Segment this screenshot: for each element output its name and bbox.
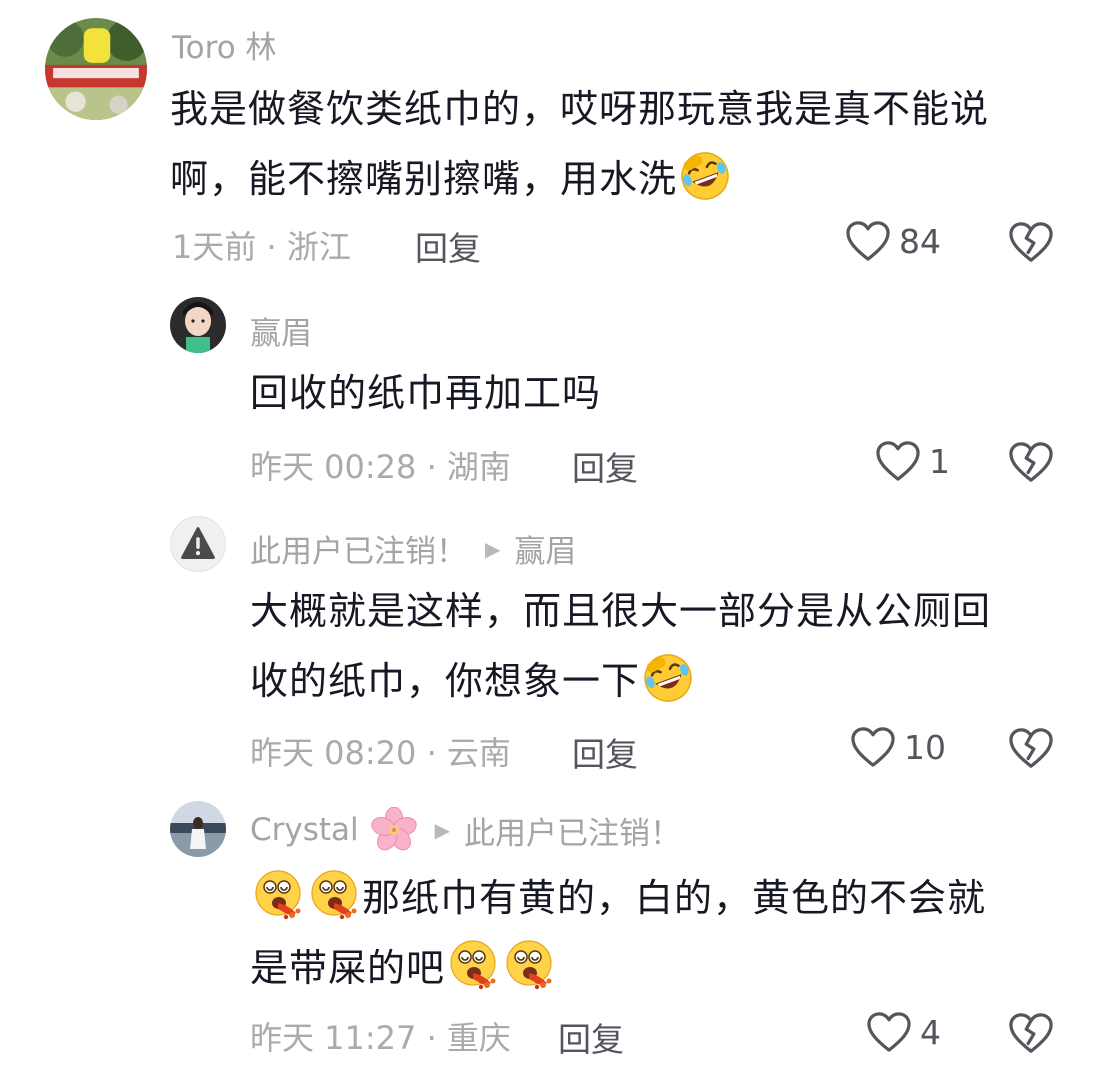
comment-meta: 1天前 · 浙江 bbox=[172, 222, 351, 268]
reply-button[interactable]: 回复 bbox=[415, 222, 481, 270]
username[interactable]: Crystal ▶ 此用户已注销！ bbox=[250, 807, 681, 853]
meta-text: 1天前 · 浙江 bbox=[172, 228, 351, 266]
vomiting-emoji-icon bbox=[252, 869, 304, 921]
vomiting-emoji-icon bbox=[447, 939, 499, 991]
dislike-button[interactable] bbox=[1008, 1011, 1054, 1055]
broken-heart-icon bbox=[1008, 220, 1054, 264]
meta-text: 昨天 00:28 · 湖南 bbox=[250, 448, 511, 486]
heart-outline-icon bbox=[875, 440, 921, 482]
reply-item: Crystal ▶ 此用户已注销！ 那纸巾有黄的，白的，黄色的不会就 是带屎的吧… bbox=[0, 795, 1103, 1080]
avatar[interactable] bbox=[170, 801, 226, 857]
reply-button[interactable]: 回复 bbox=[558, 1013, 624, 1061]
avatar[interactable] bbox=[170, 516, 226, 572]
heart-outline-icon bbox=[866, 1011, 912, 1053]
rofl-emoji-icon bbox=[679, 150, 731, 202]
comment-meta: 昨天 00:28 · 湖南 bbox=[250, 442, 511, 488]
comment-line: 大概就是这样，而且很大一部分是从公厕回 bbox=[250, 589, 992, 633]
comment-meta: 昨天 11:27 · 重庆 bbox=[250, 1013, 511, 1059]
comment-text: 大概就是这样，而且很大一部分是从公厕回 收的纸巾，你想象一下 bbox=[250, 576, 1070, 716]
vomiting-emoji-icon bbox=[503, 939, 555, 991]
username[interactable]: 赢眉 bbox=[250, 308, 312, 353]
avatar[interactable] bbox=[45, 18, 147, 120]
comment-line: 回收的纸巾再加工吗 bbox=[250, 371, 602, 415]
like-count: 4 bbox=[920, 1012, 941, 1052]
comment-text: 回收的纸巾再加工吗 bbox=[250, 358, 1070, 428]
comment-line: 我是做餐饮类纸巾的，哎呀那玩意我是真不能说 bbox=[170, 87, 990, 131]
like-button[interactable]: 84 bbox=[845, 220, 941, 262]
vomiting-emoji-icon bbox=[308, 869, 360, 921]
rofl-emoji-icon bbox=[642, 652, 694, 704]
meta-text: 昨天 08:20 · 云南 bbox=[250, 734, 511, 772]
comment-text: 我是做餐饮类纸巾的，哎呀那玩意我是真不能说 啊，能不擦嘴别擦嘴，用水洗 bbox=[170, 74, 1070, 214]
reply-item: 此用户已注销！ ▶ 赢眉 大概就是这样，而且很大一部分是从公厕回 收的纸巾，你想… bbox=[0, 510, 1103, 795]
comment-line: 是带屎的吧 bbox=[250, 933, 1070, 1003]
like-button[interactable]: 1 bbox=[875, 440, 950, 482]
triangle-right-icon: ▶ bbox=[485, 536, 501, 561]
username-text[interactable]: Toro 林 bbox=[172, 22, 277, 67]
comment-text: 那纸巾有黄的，白的，黄色的不会就 是带屎的吧 bbox=[250, 863, 1070, 1003]
avatar[interactable] bbox=[170, 297, 226, 353]
broken-heart-icon bbox=[1008, 440, 1054, 484]
like-button[interactable]: 4 bbox=[866, 1011, 941, 1053]
broken-heart-icon bbox=[1008, 726, 1054, 770]
broken-heart-icon bbox=[1008, 1011, 1054, 1055]
heart-outline-icon bbox=[850, 726, 896, 768]
username-text[interactable]: 赢眉 bbox=[250, 308, 312, 353]
comment-line: 啊，能不擦嘴别擦嘴，用水洗 bbox=[170, 144, 1070, 214]
comment-meta: 昨天 08:20 · 云南 bbox=[250, 728, 511, 774]
dislike-button[interactable] bbox=[1008, 220, 1054, 264]
reply-to-user: 此用户已注销！ bbox=[464, 815, 682, 852]
dislike-button[interactable] bbox=[1008, 726, 1054, 770]
like-count: 10 bbox=[904, 727, 946, 767]
comment-line: 收的纸巾，你想象一下 bbox=[250, 646, 1070, 716]
reply-button[interactable]: 回复 bbox=[572, 442, 638, 490]
warning-icon bbox=[181, 527, 215, 559]
username: 此用户已注销！ ▶ 赢眉 bbox=[250, 526, 576, 571]
comment-item: Toro 林 我是做餐饮类纸巾的，哎呀那玩意我是真不能说 啊，能不擦嘴别擦嘴，用… bbox=[0, 0, 1103, 290]
comment-line: 那纸巾有黄的，白的，黄色的不会就 bbox=[250, 863, 1070, 933]
triangle-right-icon: ▶ bbox=[434, 818, 451, 842]
like-button[interactable]: 10 bbox=[850, 726, 946, 768]
like-count: 1 bbox=[929, 441, 950, 481]
reply-item: 赢眉 回收的纸巾再加工吗 昨天 00:28 · 湖南 回复 1 bbox=[0, 290, 1103, 510]
username-text[interactable]: Crystal bbox=[250, 812, 359, 848]
like-count: 84 bbox=[899, 221, 941, 261]
reply-to-user[interactable]: 赢眉 bbox=[514, 526, 576, 571]
cherry-blossom-emoji-icon bbox=[371, 807, 417, 853]
username[interactable]: Toro 林 bbox=[172, 22, 277, 67]
meta-text: 昨天 11:27 · 重庆 bbox=[250, 1019, 511, 1057]
username-text: 此用户已注销！ bbox=[250, 534, 467, 570]
reply-button[interactable]: 回复 bbox=[572, 728, 638, 776]
dislike-button[interactable] bbox=[1008, 440, 1054, 484]
heart-outline-icon bbox=[845, 220, 891, 262]
